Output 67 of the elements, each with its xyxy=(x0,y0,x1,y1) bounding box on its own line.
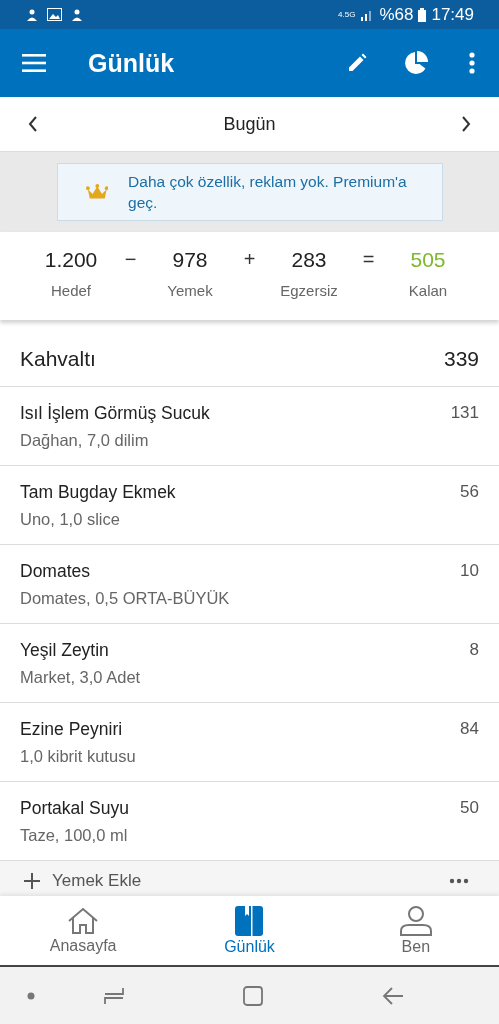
more-icon[interactable] xyxy=(449,877,469,884)
food-name: Portakal Suyu xyxy=(20,798,129,819)
food-detail: Domates, 0,5 ORTA-BÜYÜK xyxy=(20,589,230,608)
pie-chart-icon[interactable] xyxy=(403,50,429,76)
food-entry[interactable]: Isıl İşlem Görmüş Sucuk Dağhan, 7,0 dilim 131 xyxy=(0,387,499,466)
back-icon[interactable] xyxy=(382,986,404,1005)
food-name: Ezine Peyniri xyxy=(20,719,124,740)
home-button-icon[interactable] xyxy=(243,985,263,1006)
image-icon xyxy=(47,8,62,21)
calorie-value: 1.200 xyxy=(44,248,98,272)
app-title: Günlük xyxy=(88,48,176,78)
plus-icon xyxy=(24,872,40,889)
food-calories: 8 xyxy=(469,640,479,661)
calorie-label: Hedef xyxy=(51,282,91,299)
food-calories: 50 xyxy=(460,798,479,819)
food-entry[interactable]: Yeşil Zeytin Market, 3,0 Adet 8 xyxy=(0,624,499,703)
food-detail: Uno, 1,0 slice xyxy=(20,510,121,529)
pencil-icon[interactable] xyxy=(347,53,367,73)
chevron-right-icon[interactable] xyxy=(461,116,471,132)
food-calories: 131 xyxy=(450,403,479,424)
battery-percent: %68 xyxy=(379,4,414,25)
chevron-left-icon[interactable] xyxy=(28,116,38,132)
food-detail: Market, 3,0 Adet xyxy=(20,668,141,687)
calorie-label: Kalan xyxy=(408,282,448,299)
calorie-label: Egzersiz xyxy=(280,282,338,299)
food-calories: 56 xyxy=(460,482,479,503)
crown-icon xyxy=(85,183,109,201)
home-icon xyxy=(67,906,100,935)
operator-sign: = xyxy=(362,248,375,270)
food-name: Yeşil Zeytin xyxy=(20,640,110,661)
date-label: Bugün xyxy=(223,113,276,135)
food-calories: 10 xyxy=(460,561,479,582)
meal-calories: 339 xyxy=(443,347,479,371)
notification-icon xyxy=(70,7,84,22)
network-label: 4.5G xyxy=(338,10,356,19)
food-entry[interactable]: Ezine Peyniri 1,0 kibrit kutusu 84 xyxy=(0,703,499,782)
food-name: Isıl İşlem Görmüş Sucuk xyxy=(20,403,210,424)
clock: 17:49 xyxy=(431,4,474,25)
notification-icon xyxy=(25,7,39,22)
food-entry[interactable]: Domates Domates, 0,5 ORTA-BÜYÜK 10 xyxy=(0,545,499,624)
dot-icon[interactable] xyxy=(27,991,35,1000)
calorie-value: 283 xyxy=(291,248,327,272)
book-icon xyxy=(235,905,264,936)
premium-text: Daha çok özellik, reklam yok. Premium'a geç. xyxy=(128,172,408,213)
meal-title: Kahvaltı xyxy=(20,347,96,371)
food-detail: Dağhan, 7,0 dilim xyxy=(20,431,150,450)
add-food-button[interactable]: Yemek Ekle xyxy=(24,870,142,891)
premium-banner[interactable]: Daha çok özellik, reklam yok. Premium'a geç. xyxy=(56,163,443,221)
operator-sign: − xyxy=(124,248,137,270)
calorie-label: Yemek xyxy=(167,282,213,299)
more-icon[interactable] xyxy=(469,52,475,74)
calorie-value: 978 xyxy=(172,248,208,272)
food-name: Tam Bugday Ekmek xyxy=(20,482,176,503)
food-detail: 1,0 kibrit kutusu xyxy=(20,747,136,766)
food-entry[interactable]: Tam Bugday Ekmek Uno, 1,0 slice 56 xyxy=(0,466,499,545)
menu-icon[interactable] xyxy=(22,54,46,72)
battery-icon xyxy=(418,7,427,22)
food-calories: 84 xyxy=(460,719,479,740)
nav-tab[interactable]: Anasayfa xyxy=(0,896,167,965)
food-detail: Taze, 100,0 ml xyxy=(20,826,129,845)
recent-apps-icon[interactable] xyxy=(104,986,124,1005)
nav-tab[interactable]: Günlük xyxy=(166,896,333,965)
person-icon xyxy=(399,905,432,936)
nav-tab[interactable]: Ben xyxy=(332,896,499,965)
food-name: Domates xyxy=(20,561,92,582)
calorie-value: 505 xyxy=(410,248,446,272)
operator-sign: + xyxy=(243,248,256,270)
